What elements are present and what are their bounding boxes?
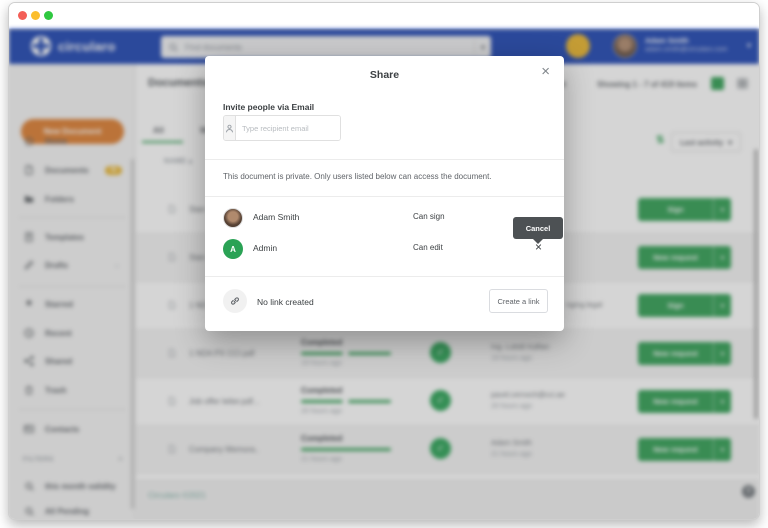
cancel-tooltip: Cancel <box>513 217 563 239</box>
close-icon[interactable]: × <box>541 64 550 79</box>
modal-title: Share <box>205 69 564 81</box>
browser-window: circularo ▾ Adam Smith adam.smith@circul… <box>8 2 760 520</box>
modal-divider <box>205 159 564 160</box>
recipient-email-input[interactable] <box>236 116 341 140</box>
link-status-text: No link created <box>257 297 314 307</box>
modal-divider <box>205 276 564 277</box>
recipient-email-field[interactable] <box>223 115 341 141</box>
zoom-window-button[interactable] <box>44 11 53 20</box>
minimize-window-button[interactable] <box>31 11 40 20</box>
user-avatar <box>223 208 243 228</box>
permission-dropdown[interactable]: Can sign <box>413 212 445 221</box>
close-window-button[interactable] <box>18 11 27 20</box>
permission-dropdown[interactable]: Can edit <box>413 243 443 252</box>
shared-user-name: Admin <box>253 243 277 253</box>
modal-divider <box>205 196 564 197</box>
share-modal: Share × Invite people via Email This doc… <box>205 56 564 331</box>
shared-user-name: Adam Smith <box>253 212 299 222</box>
create-link-button[interactable]: Create a link <box>489 289 548 313</box>
link-icon <box>223 289 247 313</box>
screen: circularo ▾ Adam Smith adam.smith@circul… <box>0 0 768 528</box>
window-titlebar <box>9 3 759 29</box>
person-icon <box>224 116 236 140</box>
privacy-text: This document is private. Only users lis… <box>223 172 492 181</box>
invite-label: Invite people via Email <box>223 102 314 112</box>
shared-user-row: Adam Smith Can sign <box>205 203 564 234</box>
shared-user-row: A Admin Can edit × <box>205 234 564 265</box>
app-area: circularo ▾ Adam Smith adam.smith@circul… <box>9 29 759 520</box>
user-avatar: A <box>223 239 243 259</box>
